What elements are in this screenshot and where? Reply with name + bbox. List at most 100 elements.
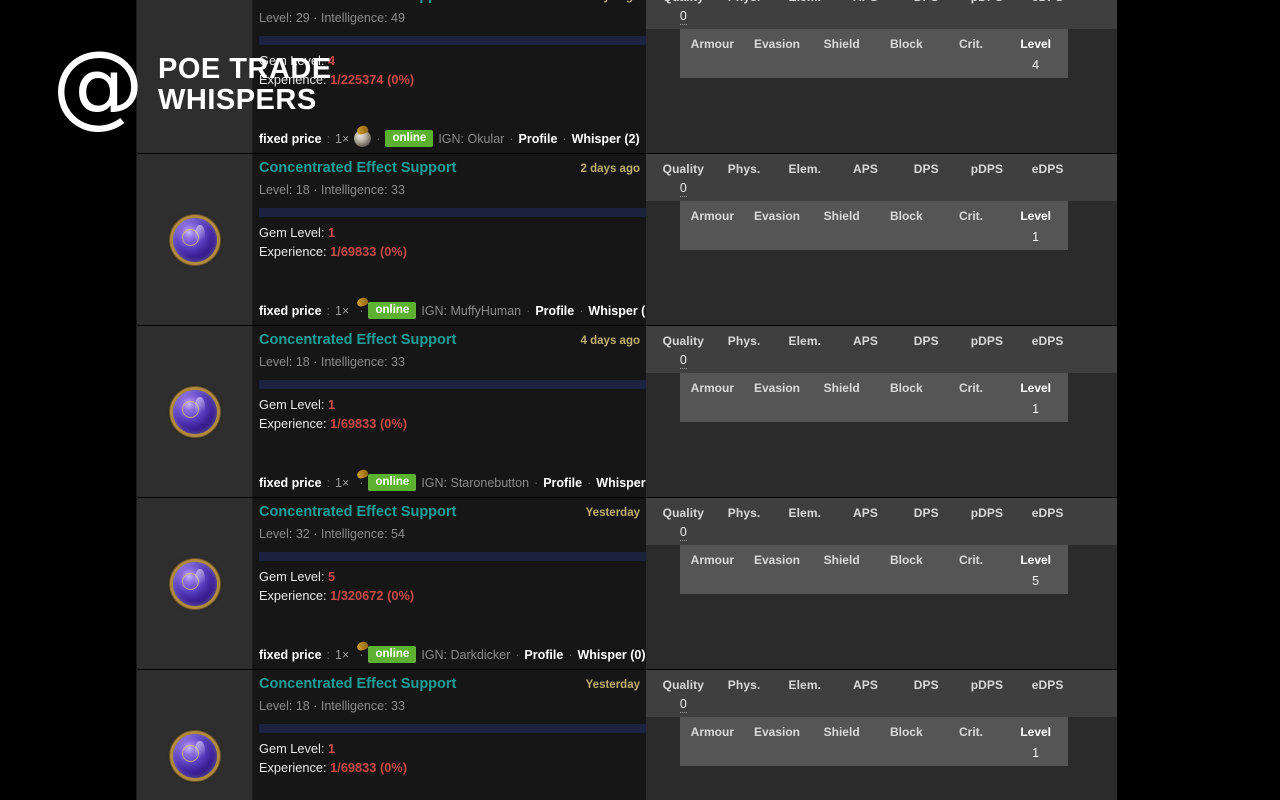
stat-value-edps	[1017, 176, 1078, 195]
item-icon-cell[interactable]	[137, 498, 253, 669]
item-title-link[interactable]: Concentrated Effect Support	[259, 676, 456, 692]
stat-value-phys	[714, 692, 775, 711]
item-icon-cell[interactable]	[137, 154, 253, 325]
price-colon: :	[326, 647, 331, 662]
listing-age: Yesterday	[585, 507, 640, 519]
experience-line: Experience: 1/69833 (0%)	[259, 758, 640, 777]
status-badge: online	[368, 474, 417, 491]
item-title-link[interactable]: Concentrated Effect Support	[259, 332, 456, 348]
gem-icon[interactable]	[172, 733, 217, 778]
profile-link[interactable]: Profile	[543, 476, 582, 490]
result-row[interactable]: Concentrated Effect Support Yesterday Leve…	[137, 498, 1117, 670]
defence-value-evasion	[745, 395, 810, 416]
defence-header-armour: Armour	[690, 553, 734, 567]
stat-value-dps	[896, 4, 957, 23]
stat-header-aps: APS	[853, 334, 878, 348]
whisper-link[interactable]: Whisper (2)	[572, 132, 640, 146]
price-amount: 1×	[335, 131, 350, 146]
result-row[interactable]: Concentrated Effect Support Yesterday Leve…	[137, 670, 1117, 800]
gem-level-label: Gem Level:	[259, 741, 325, 756]
item-title-link[interactable]: Concentrated Effect Support	[259, 0, 456, 4]
defence-value-level: 5	[1032, 574, 1040, 588]
defence-value-block	[874, 739, 939, 760]
defence-value-crit	[939, 223, 1004, 244]
defence-value-level: 4	[1032, 58, 1040, 72]
defence-value-armour	[680, 223, 745, 244]
gem-level-label: Gem Level:	[259, 53, 325, 68]
defence-header-shield: Shield	[823, 381, 860, 395]
stat-value-aps	[835, 176, 896, 195]
defence-value-shield	[809, 567, 874, 588]
stat-value-edps	[1017, 520, 1078, 539]
stat-header-elem: Elem.	[788, 162, 822, 176]
profile-link[interactable]: Profile	[519, 132, 558, 146]
gem-level-value: 1	[328, 397, 336, 412]
experience-value: 1/225374 (0%)	[330, 72, 415, 87]
defence-header-armour: Armour	[690, 209, 734, 223]
item-stats-cell: QualityPhys.Elem.APSDPSpDPSeDPS0ArmourEv…	[646, 326, 1117, 497]
item-header: Concentrated Effect Support 2 days ago	[259, 160, 640, 180]
item-detail-cell: Concentrated Effect Support Yesterday Leve…	[253, 498, 647, 669]
defence-value-level: 1	[1032, 402, 1040, 416]
defence-value-level: 1	[1032, 230, 1040, 244]
status-badge: online	[385, 130, 434, 147]
item-stats-cell: QualityPhys.Elem.APSDPSpDPSeDPS0ArmourEv…	[646, 670, 1117, 800]
defence-stats-grid: Armour Evasion Shield Block Crit. Level 1	[680, 201, 1068, 244]
experience-value: 1/69833 (0%)	[330, 760, 407, 775]
item-icon-cell[interactable]	[137, 0, 253, 153]
item-stats-cell: QualityPhys.Elem.APSDPSpDPSeDPS0ArmourEv…	[646, 0, 1117, 153]
stat-header-pdps: pDPS	[970, 678, 1004, 692]
stat-value-pdps	[957, 520, 1018, 539]
item-detail-cell: Concentrated Effect Support 4 days ago Lev…	[253, 326, 664, 497]
defence-header-level: Level	[1020, 37, 1051, 51]
footer-separator-1: ·	[376, 131, 381, 146]
item-icon-cell[interactable]	[137, 670, 253, 800]
defence-value-crit	[939, 51, 1004, 72]
stat-value-pdps	[957, 348, 1018, 367]
stat-value-phys	[714, 520, 775, 539]
defence-value-armour	[680, 395, 745, 416]
gem-icon[interactable]	[172, 389, 217, 434]
gem-icon[interactable]	[172, 217, 217, 262]
gem-level-value: 1	[328, 741, 336, 756]
defence-stats-panel: Armour Evasion Shield Block Crit. Level 1	[680, 373, 1068, 422]
item-requirements: Level: 18 · Intelligence: 33	[259, 183, 405, 197]
experience-label: Experience:	[259, 416, 327, 431]
defence-value-armour	[680, 567, 745, 588]
defence-value-crit	[939, 739, 1004, 760]
stat-header-elem: Elem.	[788, 334, 822, 348]
stat-value-dps	[896, 176, 957, 195]
item-requirements: Level: 18 · Intelligence: 33	[259, 355, 405, 369]
item-header: Concentrated Effect Support 4 days ago	[259, 332, 640, 352]
stat-value-aps	[835, 348, 896, 367]
gem-icon[interactable]	[172, 561, 217, 606]
defence-header-level: Level	[1020, 381, 1051, 395]
experience-bar	[259, 724, 647, 733]
item-title-link[interactable]: Concentrated Effect Support	[259, 504, 456, 520]
stat-value-pdps	[957, 692, 1018, 711]
defence-header-crit: Crit.	[958, 381, 983, 395]
stat-value-edps	[1017, 348, 1078, 367]
result-row[interactable]: Concentrated Effect Support 5 days ago Lev…	[137, 0, 1117, 154]
profile-link[interactable]: Profile	[524, 648, 563, 662]
item-title-link[interactable]: Concentrated Effect Support	[259, 160, 456, 176]
result-row[interactable]: Concentrated Effect Support 2 days ago Lev…	[137, 154, 1117, 326]
profile-link[interactable]: Profile	[535, 304, 574, 318]
gem-level-line: Gem Level: 1	[259, 739, 640, 758]
stat-value-dps	[896, 520, 957, 539]
stat-value-quality: 0	[679, 697, 687, 713]
defence-header-level: Level	[1020, 725, 1051, 739]
result-row[interactable]: Concentrated Effect Support 4 days ago Lev…	[137, 326, 1117, 498]
item-stats-cell: QualityPhys.Elem.APSDPSpDPSeDPS0ArmourEv…	[646, 154, 1117, 325]
defence-stats-grid: Armour Evasion Shield Block Crit. Level 4	[680, 29, 1068, 72]
at-symbol-icon: @	[52, 31, 144, 138]
defence-stats-grid: Armour Evasion Shield Block Crit. Level 1	[680, 717, 1068, 760]
stats-header-strip: Quality Phys. Elem. APS DPS pDPS eDPS 0	[646, 670, 1117, 717]
item-icon-cell[interactable]	[137, 326, 253, 497]
price-colon: :	[326, 131, 331, 146]
footer-separator-2: ·	[515, 647, 520, 662]
item-detail-cell: Concentrated Effect Support 2 days ago Lev…	[253, 154, 656, 325]
item-header: Concentrated Effect Support 5 days ago	[259, 0, 640, 8]
defence-value-block	[874, 395, 939, 416]
whisper-link[interactable]: Whisper (0)	[577, 648, 645, 662]
